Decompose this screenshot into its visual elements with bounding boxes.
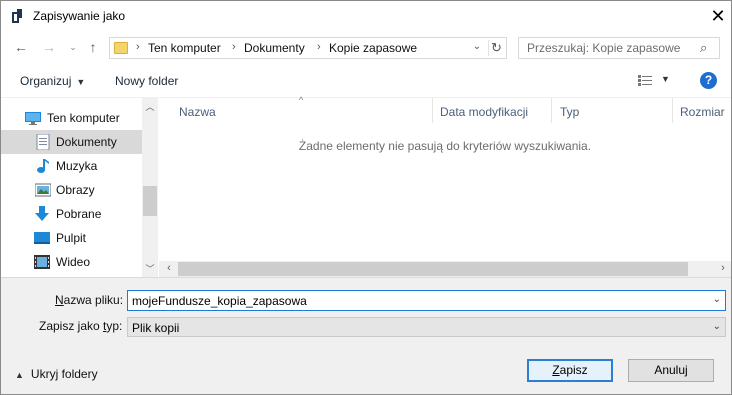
- sidebar-item-pobrane[interactable]: Pobrane: [1, 202, 142, 226]
- view-dropdown-icon[interactable]: ▼: [661, 74, 670, 84]
- arrow-up-icon[interactable]: ↑: [85, 39, 101, 55]
- sidebar-item-label: Obrazy: [56, 183, 95, 197]
- organize-label: Organizuj: [20, 74, 72, 88]
- sort-ascending-icon: ^: [299, 95, 304, 105]
- file-type-select[interactable]: Plik kopii ⌄: [127, 317, 726, 337]
- organize-button[interactable]: Organizuj ▼: [20, 74, 85, 88]
- sidebar-item-label: Pobrane: [56, 207, 102, 221]
- sidebar-item-wideo[interactable]: Wideo: [1, 250, 142, 274]
- scroll-down-icon[interactable]: ﹀: [142, 262, 158, 275]
- filename-field[interactable]: mojeFundusze_kopia_zapasowa ⌄: [127, 290, 726, 311]
- empty-results-message: Żadne elementy nie pasują do kryteriów w…: [298, 139, 592, 153]
- chevron-down-icon[interactable]: ⌄: [65, 39, 81, 55]
- close-icon[interactable]: ✕: [706, 5, 730, 27]
- caret-up-icon: ▲: [15, 370, 24, 380]
- column-divider[interactable]: [672, 98, 673, 123]
- documents-icon: [36, 134, 50, 150]
- file-type-value: Plik kopii: [132, 321, 180, 335]
- breadcrumb-dokumenty[interactable]: Dokumenty: [244, 41, 305, 55]
- search-input[interactable]: Przeszukaj: Kopie zapasowe ⌕: [518, 37, 720, 59]
- sidebar-item-label: Pulpit: [56, 231, 87, 245]
- chevron-right-icon: ›: [317, 41, 321, 53]
- filename-value: mojeFundusze_kopia_zapasowa: [132, 294, 307, 308]
- cancel-button[interactable]: Anuluj: [628, 359, 714, 382]
- caret-down-icon: ▼: [76, 77, 86, 87]
- address-dropdown-icon[interactable]: ⌄: [470, 41, 484, 52]
- desktop-icon: [34, 232, 50, 244]
- music-icon: [37, 159, 49, 173]
- downloads-icon: [35, 206, 49, 221]
- scrollbar-thumb[interactable]: [178, 262, 688, 276]
- horizontal-scrollbar[interactable]: ‹ ›: [159, 261, 731, 277]
- navigation-bar: ← → ⌄ ↑ › Ten komputer › Dokumenty › Kop…: [1, 32, 731, 64]
- breadcrumb-ten-komputer[interactable]: Ten komputer: [148, 41, 221, 55]
- file-list: ^ Nazwa Data modyfikacji Typ Rozmiar Żad…: [159, 95, 731, 277]
- app-icon: [11, 9, 23, 23]
- chevron-right-icon: ›: [136, 41, 140, 53]
- save-as-dialog: Zapisywanie jako ✕ ← → ⌄ ↑ › Ten kompute…: [0, 0, 732, 395]
- chevron-down-icon[interactable]: ⌄: [713, 294, 721, 305]
- scroll-right-icon[interactable]: ›: [715, 262, 731, 274]
- pictures-icon: [35, 183, 51, 197]
- navigation-pane: Ten komputer Dokumenty Muzyka Obrazy Pob…: [1, 98, 158, 277]
- sidebar-item-label: Ten komputer: [47, 111, 120, 125]
- navigation-scrollbar[interactable]: ︿ ﹀: [142, 98, 158, 277]
- sidebar-item-label: Dokumenty: [56, 135, 117, 149]
- column-divider[interactable]: [551, 98, 552, 123]
- sidebar-item-pulpit[interactable]: Pulpit: [1, 226, 142, 250]
- column-header-size[interactable]: Rozmiar: [680, 105, 725, 119]
- sidebar-item-ten-komputer[interactable]: Ten komputer: [1, 106, 142, 130]
- arrow-right-icon[interactable]: →: [41, 39, 57, 55]
- title-bar: Zapisywanie jako ✕: [1, 1, 731, 32]
- scroll-left-icon[interactable]: ‹: [161, 262, 177, 274]
- sidebar-item-muzyka[interactable]: Muzyka: [1, 154, 142, 178]
- scroll-up-icon[interactable]: ︿: [142, 100, 158, 113]
- sidebar-item-label: Muzyka: [56, 159, 98, 173]
- refresh-icon[interactable]: ↻: [488, 40, 504, 56]
- command-toolbar: Organizuj ▼ Nowy folder ▼ ?: [1, 64, 731, 98]
- window-title: Zapisywanie jako: [33, 9, 126, 23]
- sidebar-item-dokumenty[interactable]: Dokumenty: [1, 130, 142, 154]
- chevron-down-icon[interactable]: ⌄: [713, 321, 721, 332]
- help-button[interactable]: ?: [700, 72, 717, 89]
- scrollbar-thumb[interactable]: [143, 186, 157, 216]
- file-type-label: Zapisz jako typ:: [39, 319, 123, 333]
- new-folder-button[interactable]: Nowy folder: [115, 74, 178, 88]
- sidebar-item-obrazy[interactable]: Obrazy: [1, 178, 142, 202]
- address-bar[interactable]: › Ten komputer › Dokumenty › Kopie zapas…: [109, 37, 507, 59]
- folder-icon: [114, 42, 128, 54]
- computer-icon: [25, 112, 41, 125]
- arrow-left-icon[interactable]: ←: [13, 39, 29, 55]
- search-placeholder: Przeszukaj: Kopie zapasowe: [527, 41, 681, 55]
- column-divider[interactable]: [432, 98, 433, 123]
- chevron-right-icon: ›: [232, 41, 236, 53]
- save-form: Nazwa pliku: mojeFundusze_kopia_zapasowa…: [1, 277, 731, 394]
- column-header-type[interactable]: Typ: [560, 105, 579, 119]
- view-options-icon[interactable]: [638, 75, 652, 86]
- save-button[interactable]: Zapisz: [527, 359, 613, 382]
- hide-folders-button[interactable]: ▲ Ukryj foldery: [15, 367, 98, 381]
- video-icon: [34, 255, 50, 269]
- sidebar-item-label: Wideo: [56, 255, 91, 269]
- filename-label: Nazwa pliku:: [55, 293, 124, 307]
- column-header-name[interactable]: Nazwa: [179, 105, 216, 119]
- search-icon: ⌕: [700, 40, 708, 55]
- hide-folders-label: Ukryj foldery: [30, 367, 98, 381]
- breadcrumb-kopie-zapasowe[interactable]: Kopie zapasowe: [329, 41, 417, 55]
- column-header-date[interactable]: Data modyfikacji: [440, 105, 528, 119]
